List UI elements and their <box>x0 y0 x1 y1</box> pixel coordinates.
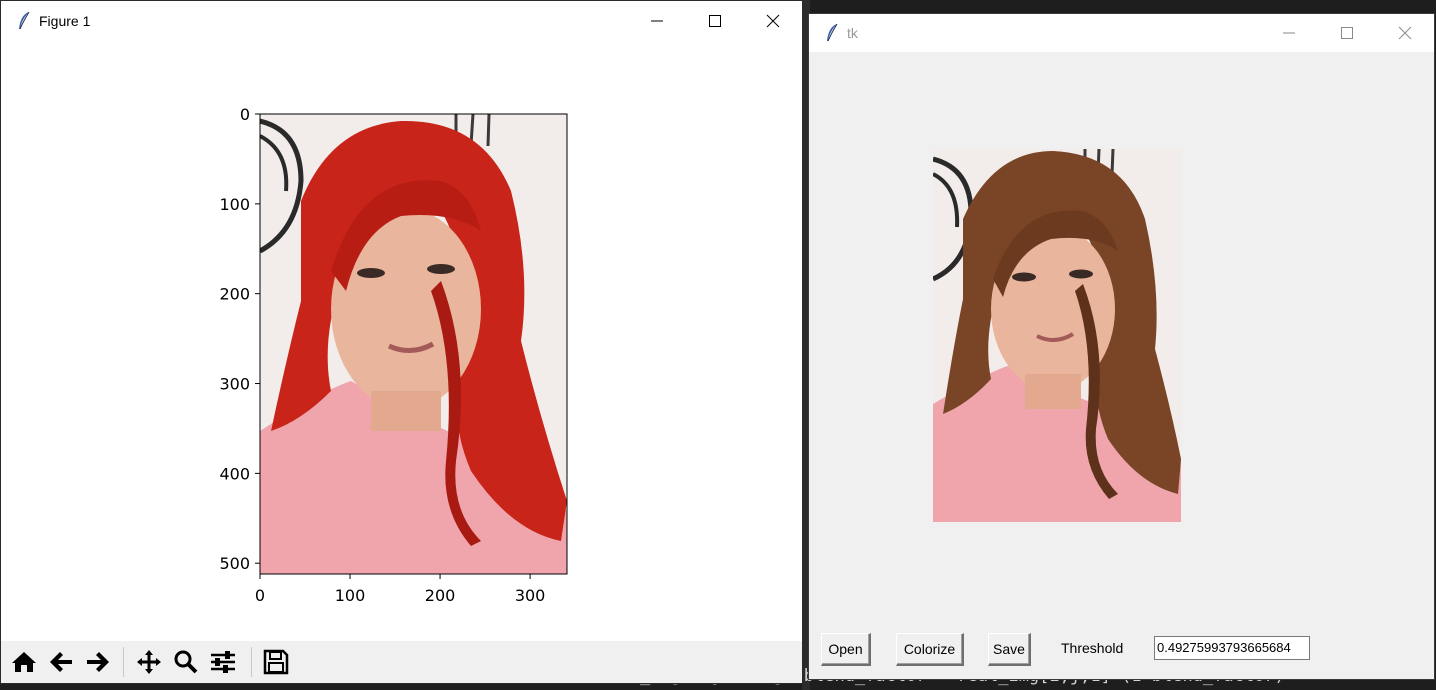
pan-button[interactable] <box>132 644 166 680</box>
minimize-icon <box>1283 32 1295 34</box>
x-axis: 0 100 200 300 <box>255 574 545 605</box>
home-icon <box>12 652 36 672</box>
tk-window: tk Open Colorize Save Threshold 0.492759… <box>808 13 1435 680</box>
plot-image <box>260 114 567 574</box>
save-figure-button[interactable] <box>259 644 293 680</box>
toolbar-separator <box>123 647 124 677</box>
x-tick-label: 200 <box>425 586 456 605</box>
window-title: tk <box>847 25 858 41</box>
zoom-icon <box>174 650 198 674</box>
toolbar-separator <box>251 647 252 677</box>
back-button[interactable] <box>44 644 78 680</box>
y-tick-label: 100 <box>219 195 250 214</box>
maximize-icon <box>709 15 721 27</box>
open-button[interactable]: Open <box>821 633 871 666</box>
zoom-button[interactable] <box>169 644 203 680</box>
save-icon <box>263 649 289 675</box>
pan-icon <box>137 650 161 674</box>
x-tick-label: 300 <box>515 586 546 605</box>
configure-subplots-icon <box>211 651 235 673</box>
forward-button[interactable] <box>81 644 115 680</box>
window-title: Figure 1 <box>39 13 91 29</box>
save-button[interactable]: Save <box>988 633 1031 666</box>
close-icon <box>766 14 780 28</box>
close-button[interactable] <box>744 1 802 41</box>
minimize-icon <box>651 20 663 22</box>
threshold-label: Threshold <box>1061 640 1124 656</box>
minimize-button[interactable] <box>1260 14 1318 52</box>
back-arrow-icon <box>50 652 72 672</box>
maximize-button[interactable] <box>1318 14 1376 52</box>
x-tick-label: 100 <box>335 586 366 605</box>
figure-window: Figure 1 0 100 200 300 400 500 0 100 200… <box>0 0 803 684</box>
x-tick-label: 0 <box>255 586 265 605</box>
figure-titlebar[interactable]: Figure 1 <box>1 1 802 41</box>
plot-svg: 0 100 200 300 400 500 0 100 200 300 <box>219 105 568 605</box>
colorize-button[interactable]: Colorize <box>896 633 964 666</box>
maximize-icon <box>1341 27 1353 39</box>
threshold-input[interactable]: 0.49275993793665684 <box>1154 636 1310 660</box>
minimize-button[interactable] <box>628 1 686 41</box>
home-button[interactable] <box>7 644 41 680</box>
plot-canvas[interactable]: 0 100 200 300 400 500 0 100 200 300 <box>1 41 802 641</box>
matplotlib-toolbar <box>1 641 802 683</box>
y-tick-label: 0 <box>240 105 250 124</box>
photo-preview <box>933 149 1181 522</box>
y-axis: 0 100 200 300 400 500 <box>219 105 260 573</box>
y-tick-label: 300 <box>219 375 250 394</box>
y-tick-label: 500 <box>219 554 250 573</box>
close-button[interactable] <box>1376 14 1434 52</box>
configure-subplots-button[interactable] <box>206 644 240 680</box>
y-tick-label: 200 <box>219 285 250 304</box>
y-tick-label: 400 <box>219 464 250 483</box>
maximize-button[interactable] <box>686 1 744 41</box>
feather-icon <box>819 23 845 43</box>
close-icon <box>1398 26 1412 40</box>
tk-titlebar[interactable]: tk <box>809 14 1434 52</box>
forward-arrow-icon <box>87 652 109 672</box>
feather-icon <box>11 11 37 31</box>
